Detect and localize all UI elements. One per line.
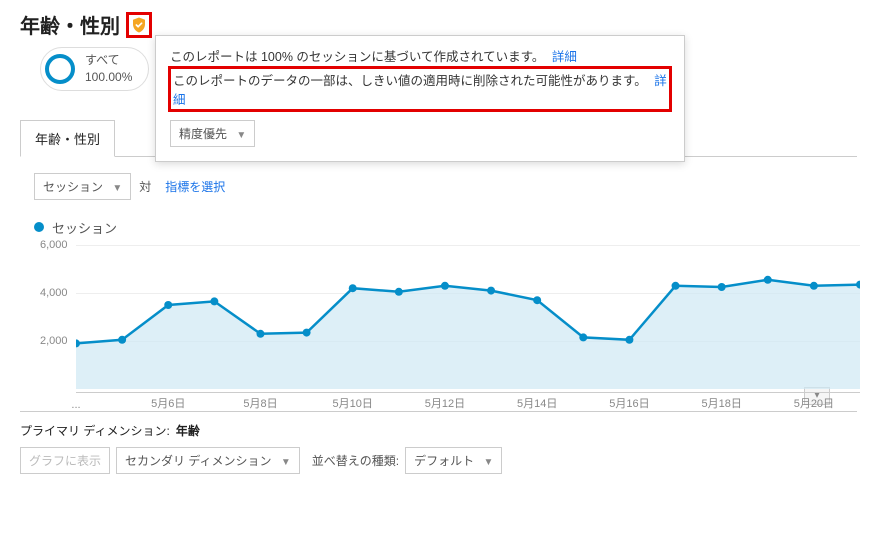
sampling-popup: このレポートは 100% のセッションに基づいて作成されています。 詳細 このレ… (155, 35, 685, 162)
vs-label: 対 (139, 178, 151, 195)
sampling-badge-highlight (126, 12, 152, 38)
caret-down-icon: ▼ (483, 457, 493, 468)
x-tick-label: 5月6日 (151, 395, 185, 411)
sort-type-value: デフォルト (414, 454, 474, 468)
tab-age-gender[interactable]: 年齢・性別 (20, 120, 115, 157)
threshold-warning-highlight: このレポートのデータの一部は、しきい値の適用時に削除された可能性があります。 詳… (168, 66, 672, 112)
secondary-dimension-label: セカンダリ ディメンション (125, 454, 272, 468)
x-tick-label: 5月20日 (794, 395, 834, 411)
y-tick-label: 4,000 (40, 287, 68, 299)
legend-label: セッション (52, 218, 117, 237)
legend-dot-icon (34, 222, 44, 232)
primary-dimension-value: 年齢 (176, 422, 200, 439)
secondary-dimension-dropdown[interactable]: セカンダリ ディメンション ▼ (116, 447, 300, 474)
y-tick-label: 2,000 (40, 335, 68, 347)
segment-pill[interactable]: すべて 100.00% (40, 47, 149, 91)
y-tick-label: 6,000 (40, 239, 68, 251)
threshold-msg: このレポートのデータの一部は、しきい値の適用時に削除された可能性があります。 (173, 74, 647, 88)
caret-down-icon: ▼ (236, 130, 246, 141)
caret-down-icon: ▼ (281, 457, 291, 468)
metric-dropdown[interactable]: セッション ▼ (34, 173, 131, 200)
plot-rows-button[interactable]: グラフに表示 (20, 447, 110, 474)
primary-dimension-label: プライマリ ディメンション: (20, 422, 170, 439)
sampling-detail-link[interactable]: 詳細 (552, 50, 577, 64)
sampling-msg: このレポートは 100% のセッションに基づいて作成されています。 (170, 50, 544, 64)
x-tick-label: 5月8日 (243, 395, 277, 411)
caret-down-icon: ▼ (112, 183, 122, 194)
x-tick-label: ... (71, 399, 80, 411)
page-title: 年齢・性別 (20, 10, 120, 39)
x-tick-label: 5月10日 (333, 395, 373, 411)
segment-label: すべて (85, 53, 120, 67)
sort-type-label: 並べ替えの種類: (312, 452, 399, 469)
precision-label: 精度優先 (179, 127, 227, 141)
shield-check-icon[interactable] (130, 16, 148, 34)
segment-percent: 100.00% (85, 70, 132, 84)
x-tick-label: 5月12日 (425, 395, 465, 411)
x-tick-label: 5月16日 (609, 395, 649, 411)
precision-dropdown[interactable]: 精度優先 ▼ (170, 120, 255, 147)
sort-type-dropdown[interactable]: デフォルト ▼ (405, 447, 502, 474)
segment-circle-icon (45, 54, 75, 84)
x-tick-label: 5月14日 (517, 395, 557, 411)
x-tick-label: 5月18日 (701, 395, 741, 411)
metric-dropdown-label: セッション (43, 180, 103, 194)
sessions-line-chart: ▾ 2,0004,0006,000...5月6日5月8日5月10日5月12日5月… (30, 241, 860, 411)
metric-picker-link[interactable]: 指標を選択 (165, 178, 225, 195)
